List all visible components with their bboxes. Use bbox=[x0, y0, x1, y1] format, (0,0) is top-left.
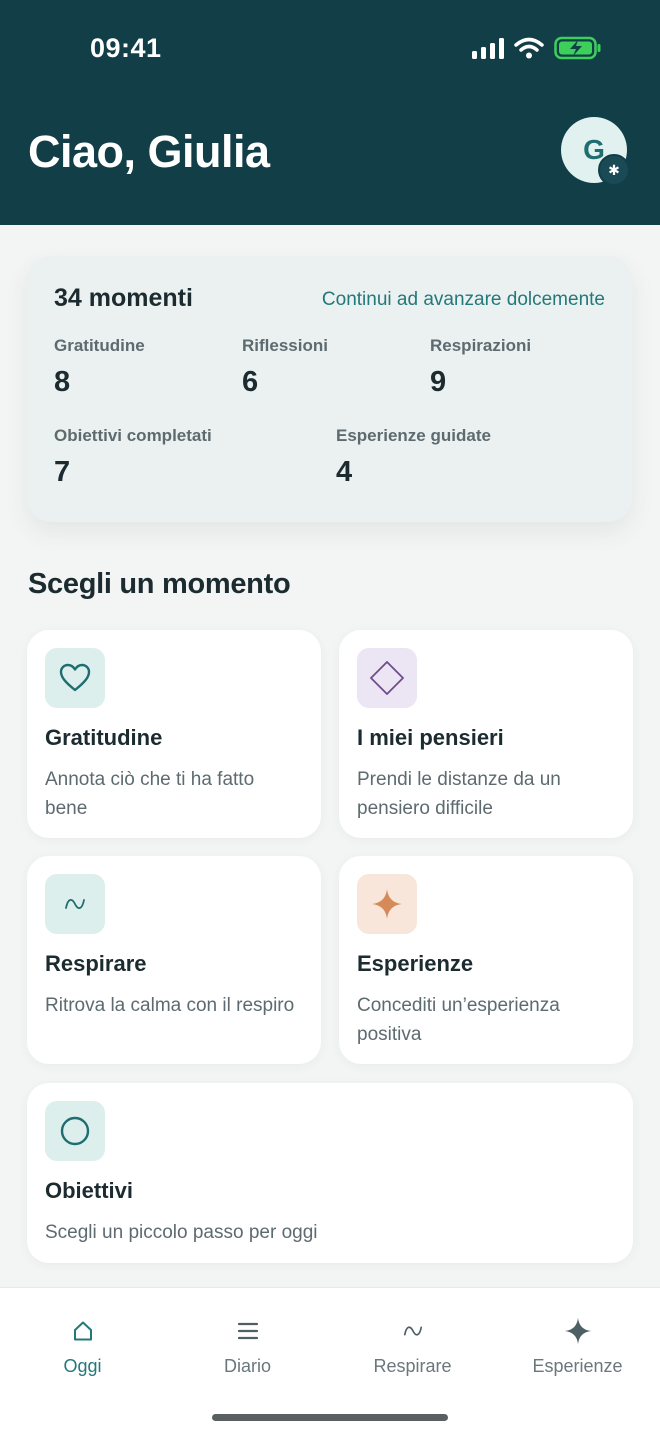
nav-item-breathe[interactable]: Respirare bbox=[330, 1316, 495, 1377]
tile-description: Prendi le distanze da un pensiero diffic… bbox=[357, 769, 561, 819]
home-indicator[interactable] bbox=[212, 1414, 448, 1421]
nav-item-experiences[interactable]: Esperienze bbox=[495, 1316, 660, 1377]
stat-value: 6 bbox=[242, 366, 259, 398]
home-icon bbox=[0, 1316, 165, 1346]
battery-charging-icon bbox=[554, 36, 601, 60]
tile-title: Gratitudine bbox=[45, 725, 163, 750]
nav-label: Respirare bbox=[373, 1356, 452, 1376]
nav-label: Diario bbox=[223, 1356, 271, 1376]
cellular-signal-icon bbox=[472, 37, 504, 59]
tile-title: I miei pensieri bbox=[357, 725, 504, 750]
stat-gratitude: Gratitudine 8 bbox=[54, 336, 145, 399]
stat-label: Obiettivi completati bbox=[54, 426, 212, 445]
tile-description: Scegli un piccolo passo per oggi bbox=[45, 1222, 318, 1243]
progress-message: Continui ad avanzare dolcemente bbox=[321, 289, 605, 310]
status-time: 09:41 bbox=[90, 33, 162, 63]
heart-icon bbox=[45, 648, 105, 708]
stats-card: 34 momenti Continui ad avanzare dolcemen… bbox=[27, 256, 632, 522]
sparkle-icon bbox=[495, 1316, 660, 1346]
stat-goals-completed: Obiettivi completati 7 bbox=[54, 426, 212, 489]
nav-item-today[interactable]: Oggi bbox=[0, 1316, 165, 1377]
stat-reflections: Riflessioni 6 bbox=[242, 336, 328, 399]
moments-total: 34 momenti bbox=[54, 284, 193, 312]
stat-guided-experiences: Esperienze guidate 4 bbox=[336, 426, 491, 489]
greeting-title: Ciao, Giulia bbox=[28, 126, 270, 177]
stat-label: Riflessioni bbox=[242, 336, 328, 355]
section-title: Scegli un momento bbox=[28, 568, 291, 600]
wave-icon bbox=[45, 874, 105, 934]
tile-gratitude[interactable]: Gratitudine Annota ciò che ti ha fatto b… bbox=[27, 630, 321, 838]
stat-label: Esperienze guidate bbox=[336, 426, 491, 445]
settings-badge-icon[interactable]: ✱ bbox=[598, 154, 630, 186]
nav-item-journal[interactable]: Diario bbox=[165, 1316, 330, 1377]
list-icon bbox=[165, 1316, 330, 1346]
wifi-icon bbox=[514, 37, 544, 59]
tile-thoughts[interactable]: I miei pensieri Prendi le distanze da un… bbox=[339, 630, 633, 838]
sparkle-icon bbox=[357, 874, 417, 934]
tile-title: Esperienze bbox=[357, 951, 474, 976]
tile-description: Annota ciò che ti ha fatto bene bbox=[45, 769, 255, 819]
tile-description: Ritrova la calma con il respiro bbox=[45, 995, 295, 1016]
tile-title: Obiettivi bbox=[45, 1178, 134, 1203]
tile-goals[interactable]: Obiettivi Scegli un piccolo passo per og… bbox=[27, 1083, 633, 1263]
wave-icon bbox=[330, 1316, 495, 1346]
tile-breathe[interactable]: Respirare Ritrova la calma con il respir… bbox=[27, 856, 321, 1064]
tile-title: Respirare bbox=[45, 951, 147, 976]
tile-experiences[interactable]: Esperienze Concediti un’esperienza posit… bbox=[339, 856, 633, 1064]
stat-label: Respirazioni bbox=[430, 336, 532, 355]
stat-value: 8 bbox=[54, 366, 71, 398]
stat-breaths: Respirazioni 9 bbox=[430, 336, 531, 399]
diamond-icon bbox=[357, 648, 417, 708]
nav-label: Esperienze bbox=[532, 1356, 623, 1376]
app-header: 09:41 Ciao, Giulia bbox=[0, 0, 660, 225]
circle-icon bbox=[45, 1101, 105, 1161]
stat-value: 7 bbox=[54, 456, 71, 488]
stat-label: Gratitudine bbox=[54, 336, 145, 355]
tile-description: Concediti un’esperienza positiva bbox=[357, 995, 560, 1045]
stat-value: 9 bbox=[430, 366, 447, 398]
status-icons bbox=[472, 36, 602, 60]
nav-label: Oggi bbox=[63, 1356, 102, 1376]
bottom-navigation: Oggi Diario Respirare Esperienze bbox=[0, 1287, 660, 1434]
stat-value: 4 bbox=[336, 456, 353, 488]
